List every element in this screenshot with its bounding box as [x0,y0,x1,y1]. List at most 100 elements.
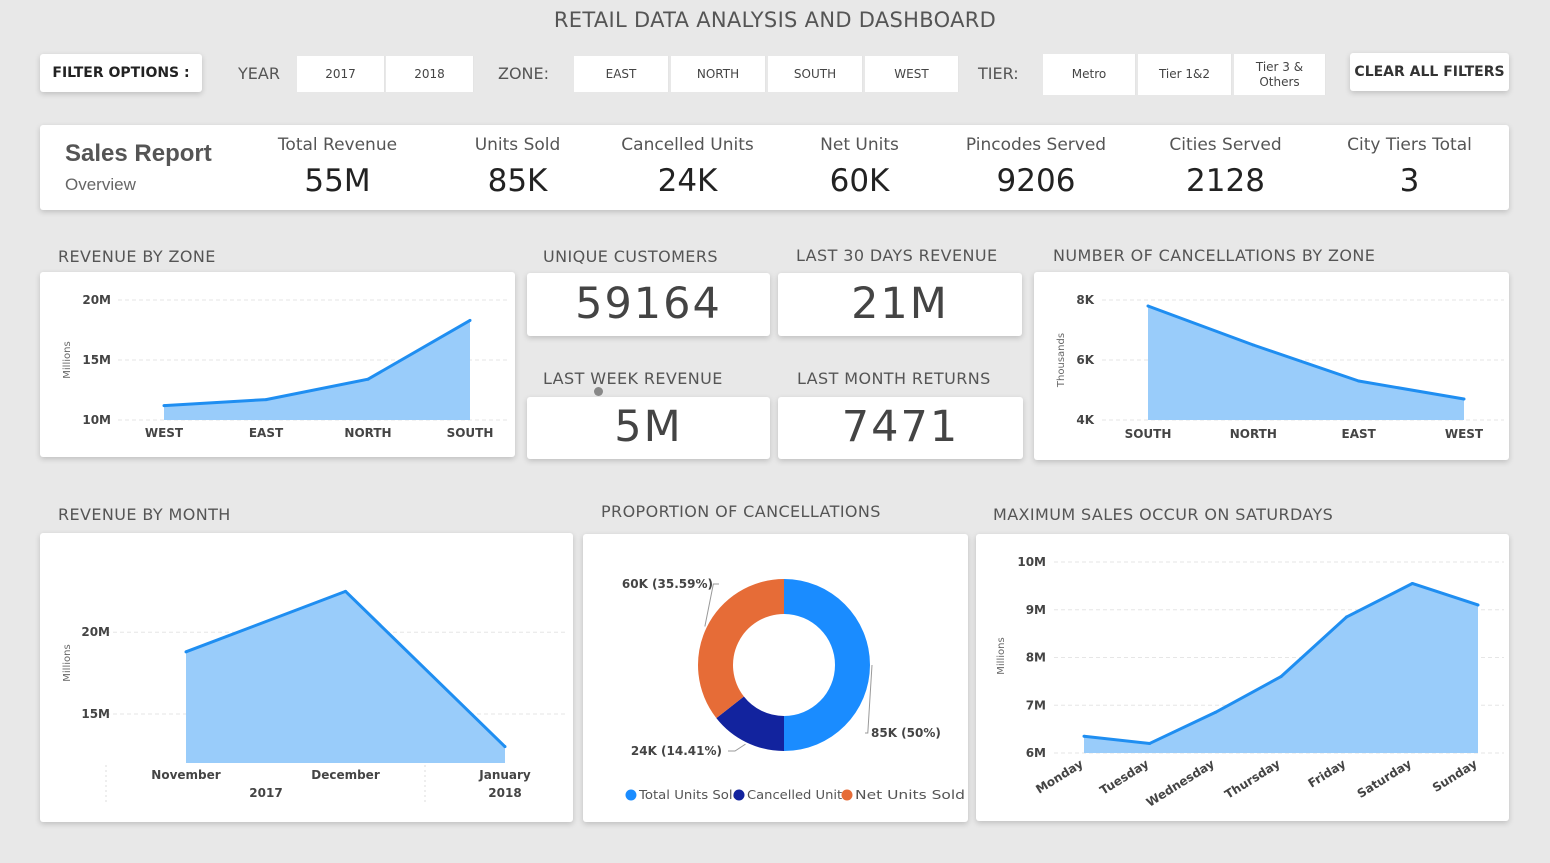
y-tick-label: 8M [1026,651,1046,665]
last-30-days-card: 21M [778,273,1022,336]
proportion-card: 85K (50%) 24K (14.41%) 60K (35.59%) Total U… [583,534,968,822]
cancellations-by-zone-chart: 4K 6K 8K Thousands SOUTH NORTH EAST WEST [1056,293,1504,441]
x-tick-label: EAST [1342,427,1377,441]
data-point [503,745,507,749]
x-tick-label: Monday [1033,757,1085,797]
legend-marker [841,789,853,801]
data-point [1410,581,1414,585]
x-tick-label: SOUTH [1125,427,1172,441]
y-axis-title: Millions [996,637,1007,674]
data-point [162,404,166,408]
page-title: RETAIL DATA ANALYSIS AND DASHBOARD [553,8,997,32]
legend-label: Total Units Sold [638,788,741,802]
y-tick-label: 4K [1076,413,1094,427]
data-point [184,650,188,654]
tier-1-2-button[interactable]: Tier 1&2 [1138,54,1232,95]
kpi-value: 2128 [1186,163,1265,199]
donut-slice [698,579,784,719]
year-2018-button[interactable]: 2018 [386,56,474,92]
kpi-units-sold: Units Sold 85K [430,125,605,210]
data-point [1251,343,1255,347]
data-point [1476,603,1480,607]
sales-by-weekday-title: MAXIMUM SALES OCCUR ON SATURDAYS [993,505,1334,524]
year-label: 2017 [249,786,282,800]
kpi-value: 60K [829,163,890,199]
last-30-days-value: 21M [851,279,949,329]
year-filter-label: YEAR [238,64,280,83]
data-label: 24K (14.41%) [631,744,722,758]
kpi-city-tiers-total: City Tiers Total 3 [1322,125,1497,210]
legend-label: Net Units Sold [855,788,965,802]
clear-all-filters-button[interactable]: CLEAR ALL FILTERS [1350,53,1509,91]
data-point [264,398,268,402]
y-tick-label: 10M [1017,555,1046,569]
x-tick-label: WEST [145,426,184,440]
y-tick-label: 9M [1026,603,1046,617]
x-tick-label: Tuesday [1097,757,1151,798]
y-tick-label: 15M [81,707,110,721]
sales-report-subtitle: Overview [65,175,136,194]
tier-3-others-button[interactable]: Tier 3 & Others [1234,54,1326,95]
unique-customers-value: 59164 [575,279,722,329]
series-area [1084,583,1478,753]
filter-options-text: FILTER OPTIONS : [52,65,190,81]
x-tick-label: December [311,768,380,782]
x-tick-label: WEST [1445,427,1484,441]
zone-north-button[interactable]: NORTH [671,56,766,92]
revenue-by-month-title: REVENUE BY MONTH [58,505,231,524]
kpi-net-units: Net Units 60K [772,125,947,210]
y-tick-label: 7M [1026,698,1046,712]
x-tick-label: NORTH [1230,427,1277,441]
cancellations-by-zone-title: NUMBER OF CANCELLATIONS BY ZONE [1053,246,1376,265]
revenue-by-zone-title: REVENUE BY ZONE [58,247,216,266]
last-week-title: LAST WEEK REVENUE [543,369,723,388]
last-month-returns-title: LAST MONTH RETURNS [797,369,991,388]
x-tick-label: Friday [1306,757,1349,791]
x-tick-label: NORTH [344,426,391,440]
unique-customers-title: UNIQUE CUSTOMERS [543,247,718,266]
legend-marker [733,789,745,801]
x-tick-label: Saturday [1355,757,1414,801]
data-point [1148,741,1152,745]
zone-east-button[interactable]: EAST [574,56,669,92]
kpi-label: Units Sold [474,135,561,155]
data-point [1082,734,1086,738]
kpi-label: Cancelled Units [621,135,754,155]
zone-filter-label: ZONE: [498,64,550,83]
donut-slice [784,579,870,751]
data-point [1462,397,1466,401]
x-tick-label: EAST [249,426,284,440]
kpi-cities-served: Cities Served 2128 [1138,125,1313,210]
last-30-days-title: LAST 30 DAYS REVENUE [796,246,998,265]
zone-west-button[interactable]: WEST [865,56,959,92]
clear-all-filters-label: CLEAR ALL FILTERS [1354,64,1505,80]
legend-marker [625,789,637,801]
x-tick-label: Sunday [1430,757,1480,795]
data-point [1146,304,1150,308]
revenue-by-month-card: 15M 20M Millions November December January 201… [40,533,573,822]
kpi-label: City Tiers Total [1347,135,1472,155]
zone-south-button[interactable]: SOUTH [768,56,863,92]
data-point [344,589,347,593]
y-tick-label: 20M [82,293,111,307]
series-area [164,320,470,420]
last-month-returns-card: 7471 [778,397,1023,459]
tier-filter-label: TIER: [978,64,1019,83]
y-axis-title: Thousands [1056,333,1067,388]
legend-label: Cancelled Units [747,788,849,802]
last-month-returns-value: 7471 [841,402,960,452]
data-label: 85K (50%) [871,726,941,740]
year-2017-button[interactable]: 2017 [297,56,385,92]
kpi-value: 9206 [996,163,1076,199]
x-tick-label: Wednesday [1144,757,1217,810]
kpi-label: Total Revenue [277,135,398,155]
revenue-by-month-chart: 15M 20M Millions November December January 201… [62,589,565,805]
tier-metro-button[interactable]: Metro [1043,54,1136,95]
y-tick-label: 20M [81,625,110,639]
sales-report-title: Sales Report [65,140,212,167]
revenue-by-zone-chart: 10M 15M 20M Millions WEST EAST NORTH SOUTH [62,293,510,440]
sales-report-banner: Sales Report Overview Total Revenue 55M … [40,125,1509,210]
x-tick-label: SOUTH [447,426,494,440]
slider-handle-dot[interactable] [594,387,603,396]
y-tick-label: 8K [1076,293,1094,307]
